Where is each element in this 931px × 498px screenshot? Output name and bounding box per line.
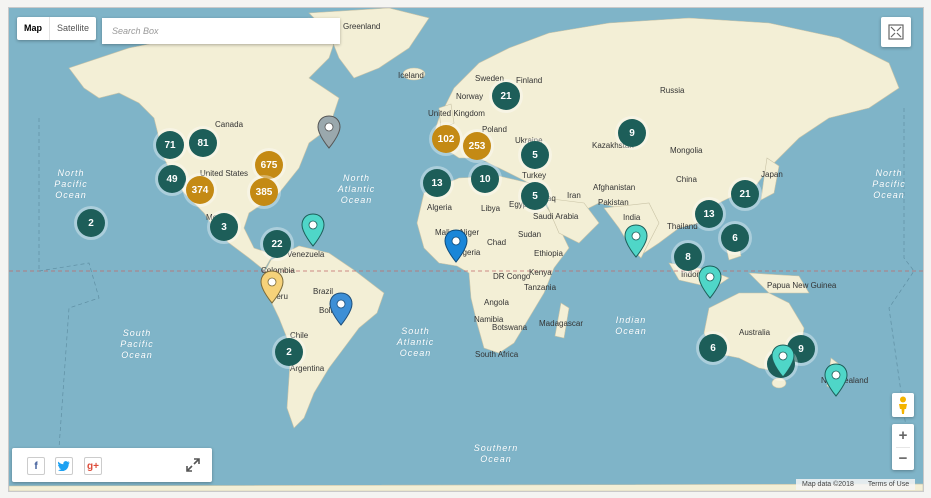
terms-of-use-link[interactable]: Terms of Use bbox=[868, 479, 909, 490]
marker-cluster[interactable]: 22 bbox=[263, 230, 291, 258]
marker-cluster[interactable]: 253 bbox=[463, 132, 491, 160]
search-input[interactable]: Search Box bbox=[102, 18, 340, 44]
country-label: Japan bbox=[761, 170, 783, 179]
google-plus-share-button[interactable]: g+ bbox=[84, 457, 102, 475]
map-marker-pin[interactable] bbox=[698, 265, 722, 299]
map-marker-pin[interactable] bbox=[329, 292, 353, 326]
country-label: Angola bbox=[484, 298, 509, 307]
marker-cluster[interactable]: 5 bbox=[521, 141, 549, 169]
twitter-share-button[interactable] bbox=[55, 457, 73, 475]
zoom-in-button[interactable]: + bbox=[892, 424, 914, 447]
country-label: Chad bbox=[487, 238, 507, 247]
marker-cluster[interactable]: 21 bbox=[731, 180, 759, 208]
street-view-button[interactable] bbox=[892, 393, 914, 417]
country-label: Kenya bbox=[529, 268, 552, 277]
country-label: Thailand bbox=[667, 222, 698, 231]
marker-cluster[interactable]: 5 bbox=[521, 182, 549, 210]
map-marker-pin[interactable] bbox=[317, 115, 341, 149]
zoom-out-button[interactable]: − bbox=[892, 448, 914, 470]
marker-cluster[interactable]: 374 bbox=[186, 176, 214, 204]
country-label: Iran bbox=[567, 191, 581, 200]
ocean-label: North Pacific Ocean bbox=[872, 168, 906, 200]
country-label: Sudan bbox=[518, 230, 542, 239]
country-label: Poland bbox=[482, 125, 507, 134]
pegman-icon bbox=[899, 396, 907, 414]
share-bar: f g+ bbox=[12, 448, 212, 482]
fullscreen-icon bbox=[888, 24, 904, 40]
map-marker-pin[interactable] bbox=[444, 229, 468, 263]
country-label: Iceland bbox=[398, 71, 424, 80]
country-label: Afghanistan bbox=[593, 183, 636, 192]
ocean-label: North Atlantic Ocean bbox=[337, 173, 376, 205]
country-label: Argentina bbox=[290, 364, 325, 373]
country-label: Madagascar bbox=[539, 319, 584, 328]
country-label: Australia bbox=[739, 328, 771, 337]
map-attribution: Map data ©2018 Terms of Use bbox=[796, 479, 916, 490]
country-label: Mongolia bbox=[670, 146, 703, 155]
country-label: Greenland bbox=[343, 22, 381, 31]
map-marker-pin[interactable] bbox=[301, 213, 325, 247]
country-label: South Africa bbox=[475, 350, 519, 359]
fullscreen-button[interactable] bbox=[881, 17, 911, 47]
marker-cluster[interactable]: 3 bbox=[210, 213, 238, 241]
country-label: Russia bbox=[660, 86, 685, 95]
google-plus-icon: g+ bbox=[87, 460, 99, 472]
ocean-label: North Pacific Ocean bbox=[54, 168, 88, 200]
country-label: United Kingdom bbox=[428, 109, 485, 118]
country-label: Ethiopia bbox=[534, 249, 563, 258]
marker-cluster[interactable]: 9 bbox=[618, 119, 646, 147]
marker-cluster[interactable]: 71 bbox=[156, 131, 184, 159]
country-label: China bbox=[676, 175, 697, 184]
marker-cluster[interactable]: 13 bbox=[695, 200, 723, 228]
country-label: United States bbox=[200, 169, 249, 178]
map-type-satellite-button[interactable]: Satellite bbox=[50, 17, 96, 40]
map-type-map-button[interactable]: Map bbox=[17, 17, 50, 40]
marker-cluster[interactable]: 2 bbox=[77, 209, 105, 237]
expand-icon bbox=[186, 458, 200, 472]
map-data-credit: Map data ©2018 bbox=[802, 481, 854, 488]
marker-cluster[interactable]: 102 bbox=[432, 125, 460, 153]
twitter-icon bbox=[58, 461, 70, 471]
ocean-label: Southern Ocean bbox=[473, 443, 519, 464]
country-label: Tanzania bbox=[524, 283, 557, 292]
marker-cluster[interactable]: 13 bbox=[423, 169, 451, 197]
world-map[interactable]: Greenland Iceland Canada United States M… bbox=[8, 7, 924, 492]
map-marker-pin[interactable] bbox=[771, 344, 795, 378]
country-label: Algeria bbox=[427, 203, 452, 212]
map-marker-pin[interactable] bbox=[624, 224, 648, 258]
map-type-control: Map Satellite bbox=[17, 17, 97, 40]
ocean-label: Indian Ocean bbox=[615, 315, 647, 336]
map-widget: Greenland Iceland Canada United States M… bbox=[0, 0, 931, 498]
map-marker-pin[interactable] bbox=[260, 270, 284, 304]
marker-cluster[interactable]: 21 bbox=[492, 82, 520, 110]
marker-cluster[interactable]: 2 bbox=[275, 338, 303, 366]
facebook-icon: f bbox=[34, 460, 38, 472]
zoom-control: + − bbox=[892, 424, 914, 470]
ocean-label: South Atlantic Ocean bbox=[396, 326, 435, 358]
marker-cluster[interactable]: 6 bbox=[721, 224, 749, 252]
marker-cluster[interactable]: 49 bbox=[158, 165, 186, 193]
ocean-label: South Pacific Ocean bbox=[120, 328, 154, 360]
country-label: Turkey bbox=[522, 171, 547, 180]
country-label: Pakistan bbox=[598, 198, 629, 207]
country-label: Botswana bbox=[492, 323, 528, 332]
country-label: Finland bbox=[516, 76, 543, 85]
marker-cluster[interactable]: 81 bbox=[189, 129, 217, 157]
country-label: Papua New Guinea bbox=[767, 281, 837, 290]
country-label: Venezuela bbox=[287, 250, 325, 259]
country-label: Libya bbox=[481, 204, 501, 213]
country-label: Saudi Arabia bbox=[533, 212, 579, 221]
marker-cluster[interactable]: 385 bbox=[250, 178, 278, 206]
country-label: India bbox=[623, 213, 641, 222]
country-label: Norway bbox=[456, 92, 484, 101]
country-label: Sweden bbox=[475, 74, 504, 83]
marker-cluster[interactable]: 675 bbox=[255, 151, 283, 179]
marker-cluster[interactable]: 10 bbox=[471, 165, 499, 193]
facebook-share-button[interactable]: f bbox=[27, 457, 45, 475]
country-label: Canada bbox=[215, 120, 244, 129]
country-label: DR Congo bbox=[493, 272, 531, 281]
marker-cluster[interactable]: 6 bbox=[699, 334, 727, 362]
map-marker-pin[interactable] bbox=[824, 363, 848, 397]
expand-button[interactable] bbox=[185, 457, 201, 473]
